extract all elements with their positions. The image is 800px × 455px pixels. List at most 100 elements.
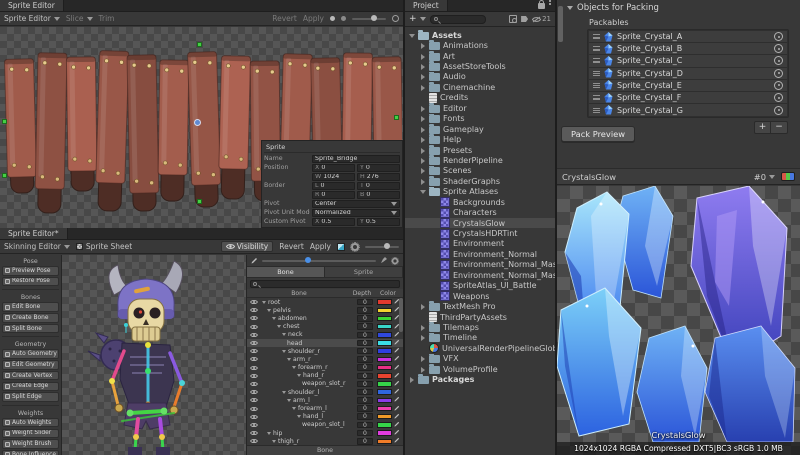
tree-foldout-icon[interactable]	[419, 83, 426, 91]
position-w-field[interactable]: W1024	[312, 173, 355, 181]
bone-depth-field[interactable]: 0	[357, 438, 373, 445]
position-y-field[interactable]: Y0	[357, 164, 400, 172]
bone-depth-field[interactable]: 0	[357, 389, 373, 396]
bone-row[interactable]: root0	[247, 298, 403, 306]
tree-foldout-icon[interactable]	[419, 136, 426, 144]
bone-row[interactable]: hip0	[247, 429, 403, 437]
pencil-icon[interactable]	[394, 429, 403, 437]
bone-depth-field[interactable]: 0	[357, 430, 373, 437]
color-swatch-icon[interactable]	[337, 243, 345, 251]
project-tree-item[interactable]: Characters	[405, 207, 555, 217]
bone-color-swatch[interactable]	[377, 324, 392, 330]
border-l-field[interactable]: L0	[312, 182, 355, 190]
visibility-eye-icon[interactable]	[247, 406, 260, 412]
border-b-field[interactable]: B0	[357, 191, 400, 199]
tool-button-edit-geometry[interactable]: Edit Geometry	[2, 360, 59, 370]
project-tree-item[interactable]: Tilemaps	[405, 322, 555, 332]
pencil-icon[interactable]	[394, 339, 403, 347]
sprite-sheet-button[interactable]: Sprite Sheet	[76, 242, 132, 251]
drag-handle-icon[interactable]	[593, 46, 600, 51]
tree-foldout-icon[interactable]	[419, 303, 426, 311]
project-tree-item[interactable]: VolumeProfile	[405, 364, 555, 374]
bone-color-swatch[interactable]	[377, 381, 392, 387]
apply-button[interactable]: Apply	[303, 14, 324, 23]
pencil-icon[interactable]	[394, 372, 403, 380]
bone-row[interactable]: abdomen0	[247, 314, 403, 322]
bone-foldout-icon[interactable]	[282, 350, 286, 353]
bone-foldout-icon[interactable]	[272, 440, 276, 443]
visibility-eye-icon[interactable]	[247, 324, 260, 330]
bone-opacity-slider[interactable]	[262, 260, 376, 262]
project-tree-item[interactable]: Fonts	[405, 114, 555, 124]
tool-button-split-edge[interactable]: Split Edge	[2, 392, 59, 402]
skin-apply-button[interactable]: Apply	[310, 242, 331, 251]
tree-foldout-icon[interactable]	[419, 73, 426, 81]
selection-handle-left2[interactable]	[2, 173, 7, 178]
tool-button-auto-geometry[interactable]: Auto Geometry	[2, 349, 59, 359]
project-tree-item[interactable]: Animations	[405, 40, 555, 50]
add-packable-button[interactable]: +	[755, 122, 771, 133]
visibility-eye-icon[interactable]	[247, 397, 260, 403]
visibility-eye-icon[interactable]	[247, 438, 260, 444]
border-r-field[interactable]: R0	[312, 191, 355, 199]
packable-item[interactable]: Sprite_Crystal_G	[589, 104, 787, 116]
object-picker-icon[interactable]	[774, 44, 783, 53]
project-tree-item[interactable]: ShaderGraphs	[405, 176, 555, 186]
tree-foldout-icon[interactable]	[419, 52, 426, 60]
bone-foldout-icon[interactable]	[292, 366, 296, 369]
preview-page-dropdown[interactable]: #0	[754, 172, 775, 182]
bone-depth-field[interactable]: 0	[357, 356, 373, 363]
packable-item[interactable]: Sprite_Crystal_A	[589, 31, 787, 43]
pencil-icon[interactable]	[394, 405, 403, 413]
visibility-eye-icon[interactable]	[247, 307, 260, 313]
selection-handle-right[interactable]	[394, 115, 399, 120]
bone-foldout-icon[interactable]	[267, 309, 271, 312]
selection-handle-left[interactable]	[2, 119, 7, 124]
search-by-type-icon[interactable]	[509, 15, 517, 23]
bone-row[interactable]: neck0	[247, 331, 403, 339]
alpha-toggle-icon[interactable]	[330, 16, 335, 21]
tree-foldout-icon[interactable]	[419, 365, 426, 373]
pencil-icon[interactable]	[394, 380, 403, 388]
bone-row[interactable]: arm_r0	[247, 355, 403, 363]
visibility-eye-icon[interactable]	[247, 365, 260, 371]
visibility-eye-icon[interactable]	[247, 299, 260, 305]
tool-button-edit-bone[interactable]: Edit Bone	[2, 302, 59, 312]
project-tree-item[interactable]: Timeline	[405, 333, 555, 343]
pencil-icon[interactable]	[394, 347, 403, 355]
pivot-dropdown[interactable]: Center	[312, 200, 400, 208]
bone-row[interactable]: chest0	[247, 323, 403, 331]
bone-foldout-icon[interactable]	[297, 415, 301, 418]
tool-button-weight-slider[interactable]: Weight Slider	[2, 429, 59, 439]
visibility-eye-icon[interactable]	[247, 348, 260, 354]
bone-depth-field[interactable]: 0	[357, 323, 373, 330]
bone-color-swatch[interactable]	[377, 299, 392, 305]
visibility-eye-icon[interactable]	[247, 332, 260, 338]
sprite-pivot-handle[interactable]	[194, 119, 201, 126]
pencil-icon[interactable]	[394, 413, 403, 421]
tab-project[interactable]: Project	[405, 0, 448, 11]
visibility-eye-icon[interactable]	[247, 414, 260, 420]
project-tree-item[interactable]: Audio	[405, 72, 555, 82]
position-h-field[interactable]: H276	[357, 173, 400, 181]
bone-color-swatch[interactable]	[377, 389, 392, 395]
tree-foldout-icon[interactable]	[419, 156, 426, 164]
object-picker-icon[interactable]	[774, 93, 783, 102]
bone-depth-field[interactable]: 0	[357, 397, 373, 404]
bone-row[interactable]: shoulder_r0	[247, 347, 403, 355]
position-x-field[interactable]: X0	[312, 164, 355, 172]
project-tree-item[interactable]: Scenes	[405, 166, 555, 176]
bone-depth-field[interactable]: 0	[357, 364, 373, 371]
project-tree-item[interactable]: Art	[405, 51, 555, 61]
visibility-toggle-button[interactable]: Visibility	[221, 241, 273, 252]
border-t-field[interactable]: T0	[357, 182, 400, 190]
tree-foldout-icon[interactable]	[419, 104, 426, 112]
project-tree-item[interactable]: Gameplay	[405, 124, 555, 134]
bone-depth-field[interactable]: 0	[357, 405, 373, 412]
bone-foldout-icon[interactable]	[272, 317, 276, 320]
project-tree-item[interactable]: Credits	[405, 93, 555, 103]
project-tree-item[interactable]: Environment	[405, 239, 555, 249]
bone-depth-field[interactable]: 0	[357, 422, 373, 429]
bone-color-swatch[interactable]	[377, 348, 392, 354]
tab-bone[interactable]: Bone	[247, 267, 325, 277]
